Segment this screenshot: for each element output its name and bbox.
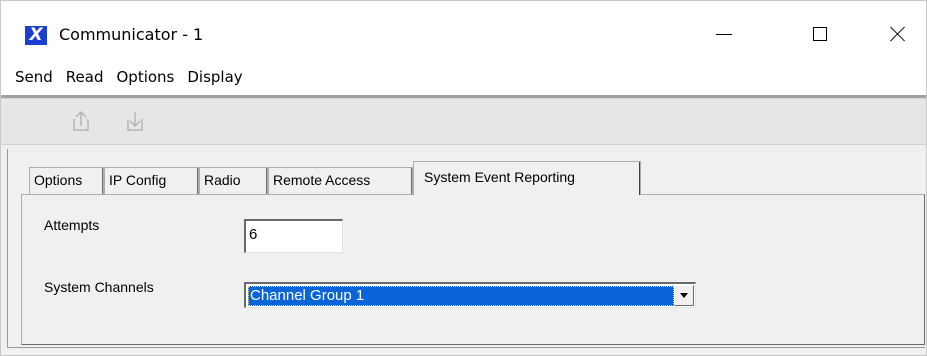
tab-panel [21,194,925,345]
system-channels-selected-value: Channel Group 1 [248,286,674,306]
title-bar[interactable]: X Communicator - 1 [1,1,926,59]
communicator-window: X Communicator - 1 Send Read Options Dis… [0,0,927,356]
minimize-icon [716,33,732,35]
frame-bottom-edge [7,347,925,348]
tab-system-event-reporting[interactable]: System Event Reporting [413,161,641,195]
menu-send[interactable]: Send [9,64,60,90]
send-upload-icon [73,110,89,131]
tab-remote-access[interactable]: Remote Access [268,167,413,194]
close-button[interactable] [875,15,921,53]
window-title: Communicator - 1 [59,25,204,44]
menu-display[interactable]: Display [181,64,249,90]
close-icon [890,26,906,42]
send-toolbar-button[interactable] [69,109,93,133]
tab-options[interactable]: Options [29,167,104,194]
menu-bar: Send Read Options Display [1,59,926,95]
system-channels-label: System Channels [44,279,154,295]
read-toolbar-button[interactable] [123,109,147,133]
read-download-icon [127,112,143,131]
maximize-icon [813,27,827,41]
tab-ip-config[interactable]: IP Config [104,167,199,194]
toolbar [1,99,926,145]
app-logo-icon: X [25,26,47,45]
attempts-input[interactable]: 6 [244,219,343,253]
chevron-down-icon [680,293,688,298]
menu-options[interactable]: Options [110,64,181,90]
system-channels-select[interactable]: Channel Group 1 [244,282,696,308]
maximize-button[interactable] [797,15,843,53]
minimize-button[interactable] [701,15,747,53]
dropdown-button[interactable] [674,285,694,306]
menu-read[interactable]: Read [60,64,111,90]
tab-radio[interactable]: Radio [199,167,268,194]
frame-left-edge [7,149,8,348]
attempts-label: Attempts [44,217,100,233]
